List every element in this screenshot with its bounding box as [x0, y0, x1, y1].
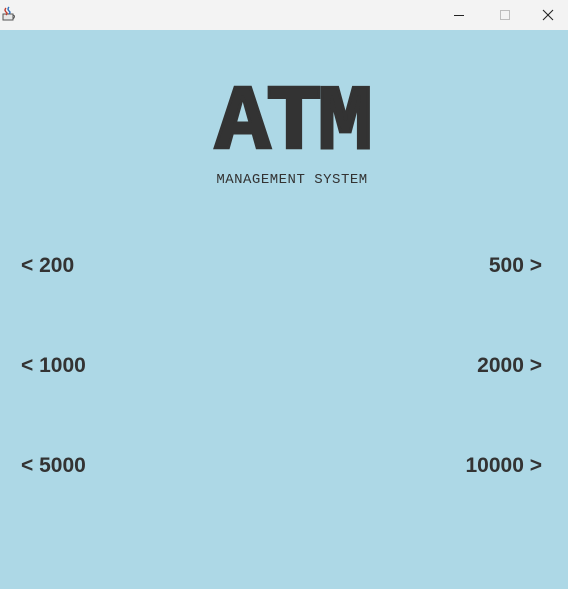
atm-panel: ATM MANAGEMENT SYSTEM — [0, 30, 568, 589]
close-button[interactable] — [528, 0, 568, 30]
logo-subtitle: MANAGEMENT SYSTEM — [216, 172, 368, 188]
amount-10000-button[interactable]: 10000 > — [466, 454, 543, 478]
amount-200-button[interactable]: < 200 — [21, 254, 74, 278]
logo-title: ATM — [214, 71, 375, 176]
close-icon — [542, 9, 554, 21]
amount-5000-button[interactable]: < 5000 — [21, 454, 86, 478]
amount-2000-button[interactable]: 2000 > — [477, 354, 542, 378]
minimize-icon — [454, 15, 464, 16]
maximize-icon — [500, 10, 510, 20]
atm-logo: ATM MANAGEMENT SYSTEM — [176, 71, 408, 188]
java-cup-icon — [1, 6, 17, 22]
minimize-button[interactable] — [436, 0, 482, 30]
window-titlebar[interactable] — [0, 0, 568, 30]
maximize-button[interactable] — [482, 0, 528, 30]
amount-500-button[interactable]: 500 > — [489, 254, 542, 278]
amount-1000-button[interactable]: < 1000 — [21, 354, 86, 378]
